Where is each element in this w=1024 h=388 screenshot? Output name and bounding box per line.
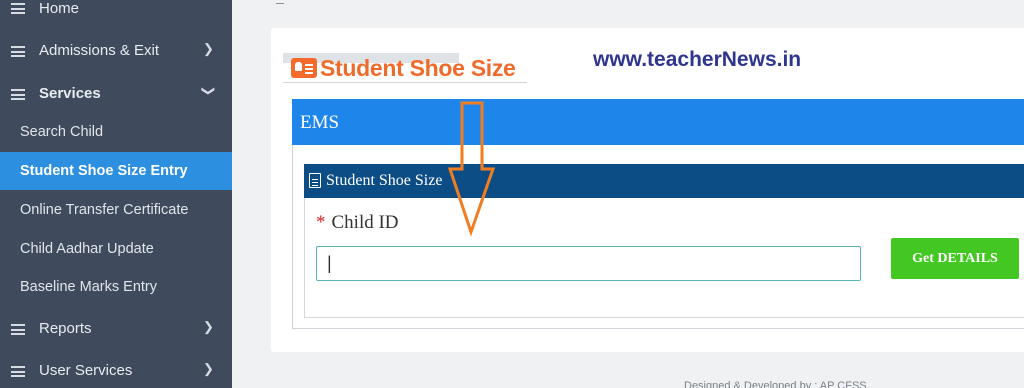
child-id-label: * Child ID [316,212,399,234]
sidebar-subitem-label: Online Transfer Certificate [20,202,189,218]
sidebar-subitem-label: Baseline Marks Entry [20,279,157,295]
sidebar-subitem-label: Student Shoe Size Entry [20,163,188,179]
hamburger-icon [11,3,25,14]
id-card-icon [291,58,317,78]
document-icon [309,173,321,188]
hamburger-icon [11,46,25,57]
sidebar-subitem-search-child[interactable]: Search Child [0,113,232,151]
get-details-button[interactable]: Get DETAILS [891,238,1019,279]
sidebar-subitem-online-transfer-certificate[interactable]: Online Transfer Certificate [0,191,232,229]
sidebar-item-label: User Services [39,362,133,379]
sidebar-subitem-label: Child Aadhar Update [20,241,154,257]
sidebar-item-admissions-exit[interactable]: Admissions & Exit ❯ [0,32,232,70]
required-mark: * [316,212,326,233]
footer-text: Designed & Developed by : AP CFSS [684,380,867,388]
watermark-text: www.teacherNews.in [593,48,802,71]
page-title: Student Shoe Size [291,54,516,82]
child-id-label-text: Child ID [331,212,399,233]
sidebar-item-reports[interactable]: Reports ❯ [0,310,232,348]
top-marker [276,0,284,4]
hamburger-icon [11,89,25,100]
ems-panel-header: EMS [292,99,1024,145]
sidebar-item-services[interactable]: Services ❯ [0,75,232,113]
ems-panel-title: EMS [300,112,340,133]
hamburger-icon [11,366,25,377]
child-id-input[interactable] [316,246,861,281]
page-title-text: Student Shoe Size [320,54,516,81]
sidebar: Home Admissions & Exit ❯ Services ❯ Sear… [0,0,232,388]
sidebar-subitem-student-shoe-size-entry[interactable]: Student Shoe Size Entry [0,152,232,190]
sidebar-subitem-baseline-marks-entry[interactable]: Baseline Marks Entry [0,268,232,306]
hamburger-icon [11,324,25,335]
sidebar-item-label: Services [39,85,101,102]
sidebar-item-user-services[interactable]: User Services ❯ [0,352,232,388]
sidebar-subitem-child-aadhar-update[interactable]: Child Aadhar Update [0,230,232,268]
sidebar-item-label: Admissions & Exit [39,42,160,59]
chevron-down-icon: ❯ [201,85,217,97]
chevron-right-icon: ❯ [203,41,214,56]
sidebar-item-label: Reports [39,320,92,337]
form-panel-header: Student Shoe Size [304,164,1024,198]
sidebar-subitem-label: Search Child [20,124,104,140]
chevron-right-icon: ❯ [203,319,214,334]
sidebar-item-label: Home [39,0,80,17]
title-underline [283,82,527,83]
form-panel-title: Student Shoe Size [326,172,443,189]
chevron-right-icon: ❯ [203,361,214,376]
sidebar-item-home[interactable]: Home [0,0,232,18]
